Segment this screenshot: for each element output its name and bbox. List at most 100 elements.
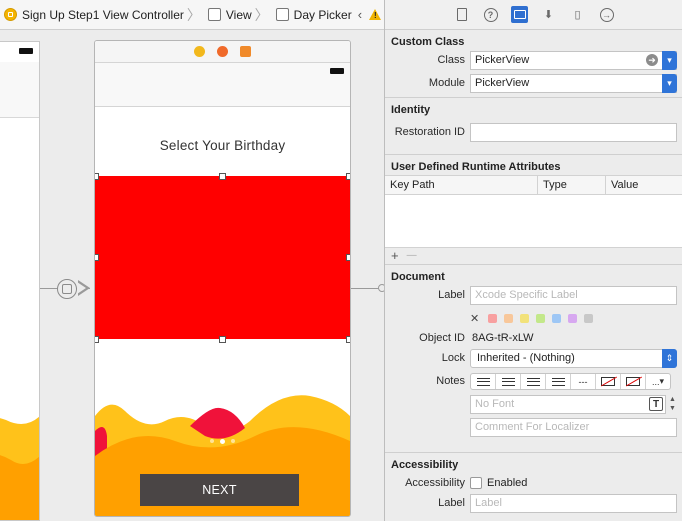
font-field[interactable]: No Font T xyxy=(470,395,666,414)
align-left-icon xyxy=(476,377,490,386)
accessibility-label-row: Label Label xyxy=(385,493,682,516)
go-to-class-icon[interactable]: ➜ xyxy=(646,54,658,66)
color-swatch-red[interactable] xyxy=(488,314,498,323)
restoration-id-field[interactable] xyxy=(470,123,677,142)
crumb-view[interactable]: View xyxy=(202,0,254,29)
next-button[interactable]: NEXT xyxy=(140,474,299,506)
column-key-path[interactable]: Key Path xyxy=(385,176,538,194)
class-field[interactable]: PickerView ➜ ▾ xyxy=(470,51,677,70)
color-swatch-purple[interactable] xyxy=(568,314,578,323)
identity-section: Identity Restoration ID xyxy=(385,98,682,155)
identity-inspector: ? ⬇ ▯ → Custom Class Class PickerView ➜ … xyxy=(384,0,682,521)
align-right-button[interactable] xyxy=(521,374,546,389)
clear-color-icon[interactable]: ✕ xyxy=(470,312,479,325)
resize-handle[interactable] xyxy=(95,254,99,261)
sign-up-step1-scene[interactable]: Select Your Birthday NEXT xyxy=(94,40,351,517)
connections-inspector-tab[interactable]: → xyxy=(598,6,615,23)
font-size-stepper[interactable]: ▲ ▼ xyxy=(668,395,677,414)
lock-label: Lock xyxy=(441,352,465,364)
column-type[interactable]: Type xyxy=(538,176,606,194)
object-id-value: 8AG-tR-xLW xyxy=(472,332,534,344)
justify-button[interactable] xyxy=(546,374,571,389)
column-value[interactable]: Value xyxy=(606,176,682,194)
view-icon xyxy=(207,8,221,21)
accessibility-enabled-checkbox[interactable] xyxy=(470,477,482,489)
storyboard-canvas[interactable]: Select Your Birthday NEXT xyxy=(0,31,384,521)
class-label: Class xyxy=(437,54,465,66)
first-responder-icon[interactable] xyxy=(217,46,228,57)
file-inspector-tab[interactable] xyxy=(453,6,470,23)
chevron-updown-icon[interactable]: ⇕ xyxy=(662,349,677,368)
resize-handle[interactable] xyxy=(346,336,350,343)
more-icon: ... xyxy=(651,376,660,387)
identity-inspector-tab[interactable] xyxy=(511,6,528,23)
justify-icon xyxy=(551,377,565,386)
restoration-id-row: Restoration ID xyxy=(385,122,682,145)
previous-scene[interactable] xyxy=(0,41,40,521)
help-inspector-tab[interactable]: ? xyxy=(482,6,499,23)
attributes-inspector-tab[interactable]: ⬇ xyxy=(540,6,557,23)
resize-handle[interactable] xyxy=(95,336,99,343)
module-field[interactable]: PickerView ▾ xyxy=(470,74,677,93)
segue-icon[interactable] xyxy=(57,279,77,299)
file-icon xyxy=(456,8,467,21)
accessibility-label: Accessibility xyxy=(405,477,465,489)
chevron-down-icon[interactable]: ▾ xyxy=(662,51,677,70)
text-color-icon xyxy=(601,377,615,386)
lock-popup[interactable]: Inherited - (Nothing) ⇕ xyxy=(470,349,677,368)
resize-handle[interactable] xyxy=(219,336,226,343)
attributes-table-body[interactable] xyxy=(385,195,682,247)
attributes-toolbar: + — xyxy=(385,247,682,263)
remove-attribute-button[interactable]: — xyxy=(407,250,417,261)
resize-handle[interactable] xyxy=(95,173,99,180)
crumb-day-picker[interactable]: Day Picker xyxy=(270,0,354,29)
background-color-button[interactable] xyxy=(621,374,646,389)
color-swatch-gray[interactable] xyxy=(584,314,594,323)
connections-icon: → xyxy=(599,7,614,22)
chevron-left-icon[interactable]: ‹ xyxy=(354,7,366,22)
background-color-icon xyxy=(626,377,640,386)
align-center-button[interactable] xyxy=(496,374,521,389)
text-color-button[interactable] xyxy=(596,374,621,389)
accessibility-label-field[interactable]: Label xyxy=(470,494,677,513)
label-color-picker: ✕ xyxy=(470,312,594,325)
align-left-button[interactable] xyxy=(471,374,496,389)
resize-handle[interactable] xyxy=(219,173,226,180)
chevron-down-icon[interactable]: ▾ xyxy=(662,74,677,93)
font-row: No Font T ▲ ▼ xyxy=(385,394,682,417)
notes-more-button[interactable]: ... ▾ xyxy=(646,374,670,389)
object-id-row: Object ID 8AG-tR-xLW xyxy=(385,328,682,348)
align-right-icon xyxy=(526,377,540,386)
lock-value: Inherited - (Nothing) xyxy=(477,352,575,364)
color-swatch-green[interactable] xyxy=(536,314,546,323)
crumb-view-controller[interactable]: Sign Up Step1 View Controller xyxy=(0,0,186,29)
scene-title: Select Your Birthday xyxy=(159,138,286,153)
font-picker-icon[interactable]: T xyxy=(649,397,663,411)
size-inspector-tab[interactable]: ▯ xyxy=(569,6,586,23)
exit-icon[interactable] xyxy=(240,46,251,57)
natural-align-button[interactable]: --- xyxy=(571,374,596,389)
day-picker-view[interactable] xyxy=(95,176,350,339)
doc-label-field[interactable]: Xcode Specific Label xyxy=(470,286,677,305)
resize-handle[interactable] xyxy=(346,173,350,180)
color-swatch-yellow[interactable] xyxy=(520,314,530,323)
enabled-label: Enabled xyxy=(487,477,528,489)
module-label: Module xyxy=(428,77,465,89)
warning-icon[interactable]: ! xyxy=(369,9,382,20)
add-attribute-button[interactable]: + xyxy=(391,248,399,263)
view-controller-icon xyxy=(4,8,17,21)
comment-field[interactable]: Comment For Localizer xyxy=(470,418,677,437)
section-title: Accessibility xyxy=(391,459,459,471)
view-controller-icon[interactable] xyxy=(194,46,205,57)
color-swatch-blue[interactable] xyxy=(552,314,562,323)
navigation-bar xyxy=(0,62,39,118)
page-control[interactable] xyxy=(95,438,350,444)
page-dot xyxy=(210,439,214,443)
section-title: Document xyxy=(391,271,445,283)
jump-bar: Sign Up Step1 View Controller 〉 View 〉 D… xyxy=(0,0,384,30)
inspector-tabs: ? ⬇ ▯ → xyxy=(385,0,682,30)
wave-decoration xyxy=(0,416,39,520)
runtime-attributes-section: User Defined Runtime Attributes Key Path… xyxy=(385,155,682,265)
color-swatch-orange[interactable] xyxy=(504,314,514,323)
resize-handle[interactable] xyxy=(346,254,350,261)
